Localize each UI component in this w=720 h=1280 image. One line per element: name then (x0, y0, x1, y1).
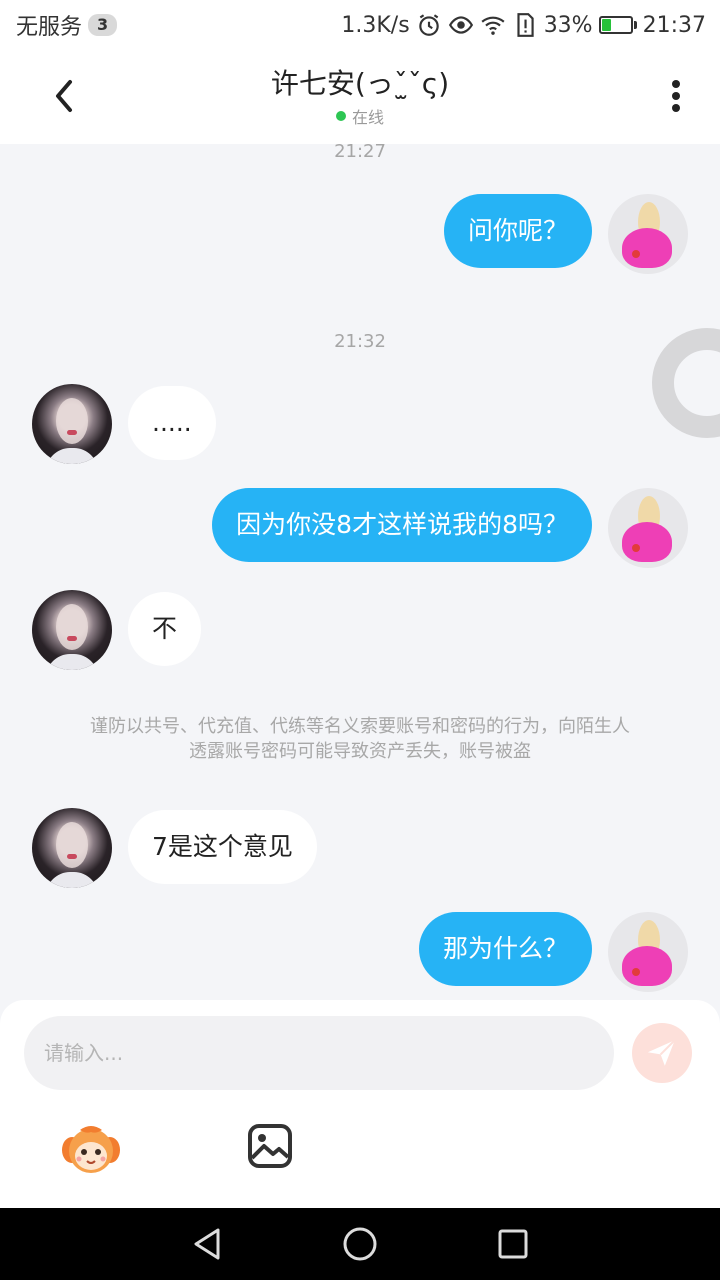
home-circle-icon (343, 1227, 377, 1261)
incoming-message-bubble[interactable]: 不 (128, 592, 202, 666)
nav-back-button[interactable] (187, 1224, 227, 1264)
chat-header: 许七安(っˇ̫ˇς) 在线 (0, 50, 720, 144)
eye-icon (448, 16, 473, 34)
input-panel (0, 1000, 720, 1208)
emoji-button[interactable] (60, 1120, 122, 1176)
recents-square-icon (498, 1229, 528, 1259)
carrier-label: 无服务 (16, 15, 83, 40)
outgoing-message-bubble[interactable]: 那为什么？ (418, 912, 592, 986)
my-avatar[interactable] (608, 194, 688, 274)
online-status-label: 在线 (351, 108, 384, 127)
contact-avatar[interactable] (32, 808, 112, 888)
my-avatar[interactable] (608, 912, 688, 992)
image-button[interactable] (246, 1122, 294, 1170)
more-vertical-icon (672, 80, 680, 112)
online-status: 在线 (160, 104, 560, 128)
nav-home-button[interactable] (340, 1224, 380, 1264)
battery-percent-label: 33% (543, 12, 593, 38)
contact-avatar[interactable] (32, 384, 112, 464)
system-nav-bar (0, 1208, 720, 1280)
alarm-icon (418, 14, 439, 36)
image-icon (248, 1124, 292, 1168)
more-options-button[interactable] (652, 72, 700, 120)
wifi-icon (481, 16, 505, 35)
contact-title-block: 许七安(っˇ̫ˇς) 在线 (160, 66, 560, 128)
nav-recents-button[interactable] (493, 1224, 533, 1264)
chevron-left-icon (56, 80, 72, 112)
status-bar: 无服务 3 1.3K/s 33% 21:37 (0, 0, 720, 50)
warning-line: 谨防以共号、代充值、代练等名义索要账号和密码的行为，向陌生人 (90, 716, 630, 737)
contact-name: 许七安(っˇ̫ˇς) (270, 67, 450, 100)
online-dot-icon (335, 111, 346, 121)
battery-icon (598, 16, 637, 34)
message-list[interactable]: 21:27 问你呢？ 21:32 ..... 因为你没8才这样说我的8吗？ 不 … (0, 144, 720, 1000)
emoji-icon (62, 1126, 120, 1173)
back-triangle-icon (194, 1228, 220, 1260)
incoming-message-bubble[interactable]: 7是这个意见 (128, 810, 317, 884)
sim-alert-icon (517, 13, 534, 37)
back-button[interactable] (40, 72, 88, 120)
send-button[interactable] (632, 1023, 692, 1083)
warning-line: 透露账号密码可能导致资产丢失，账号被盗 (189, 741, 531, 762)
my-avatar[interactable] (608, 488, 688, 568)
send-plane-icon (647, 1039, 676, 1066)
outgoing-message-bubble[interactable]: 因为你没8才这样说我的8吗？ (212, 488, 592, 562)
net-speed-label: 1.3K/s (341, 12, 410, 38)
outgoing-message-bubble[interactable]: 问你呢？ (443, 194, 592, 268)
timestamp: 21:32 (334, 331, 386, 352)
incoming-message-bubble[interactable]: ..... (128, 386, 216, 460)
timestamp: 21:27 (334, 144, 386, 162)
contact-avatar[interactable] (32, 590, 112, 670)
security-warning-notice: 谨防以共号、代充值、代练等名义索要账号和密码的行为，向陌生人 透露账号密码可能导… (50, 714, 670, 764)
notification-count-badge: 3 (88, 14, 118, 36)
clock-label: 21:37 (642, 12, 706, 38)
message-input[interactable] (24, 1016, 614, 1090)
